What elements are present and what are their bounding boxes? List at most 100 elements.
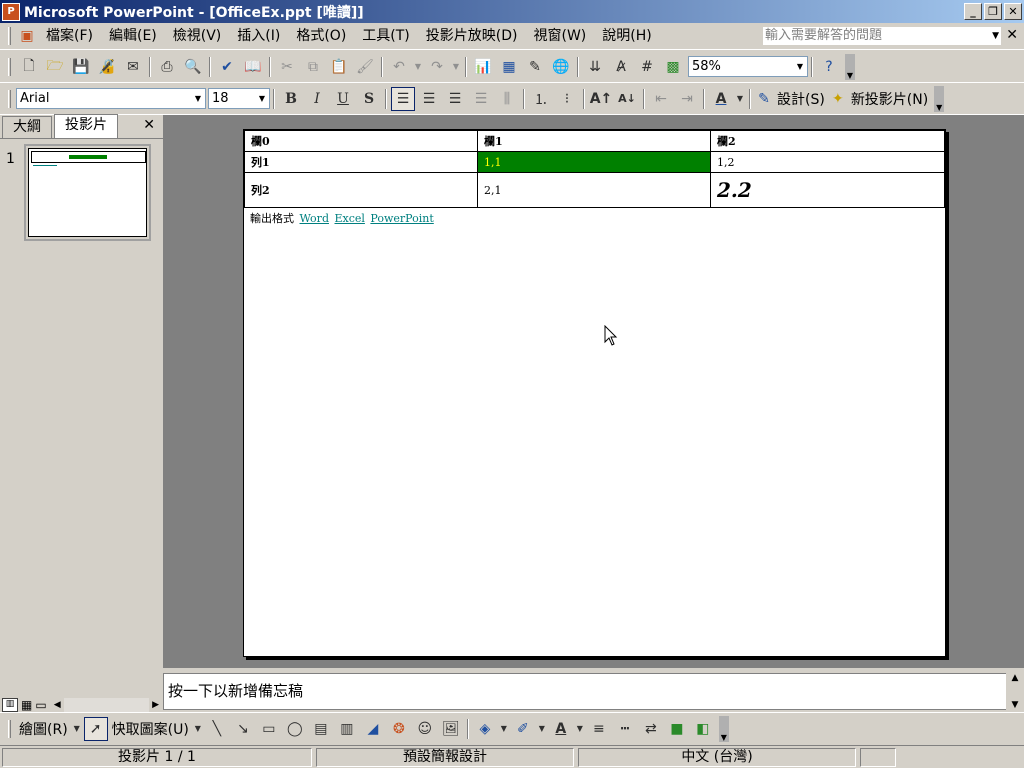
table-row-label[interactable]: 列1 [244,151,478,173]
menu-window[interactable]: 視窗(W) [526,25,595,47]
justify-icon[interactable]: ☰ [469,87,493,111]
redo-dropdown-icon[interactable]: ▼ [451,55,461,79]
email-icon[interactable]: ✉ [121,55,145,79]
toolbar-options-icon[interactable]: ▼ [934,85,945,112]
copy-icon[interactable]: ⧉ [301,55,325,79]
increase-font-icon[interactable]: A↑ [589,87,613,111]
underline-icon[interactable]: U [331,87,355,111]
font-size-dropdown-icon[interactable]: ▼ [256,90,268,107]
new-slide-button[interactable]: 新投影片(N) [851,89,928,109]
show-grid-icon[interactable]: # [635,55,659,79]
open-folder-icon[interactable]: 🗁 [43,55,67,79]
font-color-dropdown-icon[interactable]: ▼ [735,87,745,111]
table-header-cell[interactable]: 欄2 [710,130,945,152]
table-cell-styled[interactable]: 2.2 [710,172,945,208]
select-objects-icon[interactable]: ➚ [83,716,108,741]
close-button[interactable]: ✕ [1004,3,1022,20]
undo-dropdown-icon[interactable]: ▼ [413,55,423,79]
insert-chart-icon[interactable]: 📊 [471,55,495,79]
tab-outline[interactable]: 大綱 [2,116,52,138]
scroll-down-icon[interactable]: ▼ [1012,700,1019,710]
save-icon[interactable]: 💾 [69,55,93,79]
menu-insert[interactable]: 插入(I) [229,25,288,47]
menu-tools[interactable]: 工具(T) [354,25,417,47]
design-button[interactable]: 設計(S) [777,89,825,109]
line-color-icon[interactable]: ✐ [511,717,535,741]
close-document-icon[interactable]: ✕ [1006,27,1018,43]
vertical-textbox-icon[interactable]: ▥ [335,717,359,741]
document-icon[interactable]: ▣ [17,24,37,48]
export-word-link[interactable]: Word [300,212,329,225]
insert-hyperlink-icon[interactable]: 🌐 [549,55,573,79]
new-document-icon[interactable]: 🗋 [17,55,41,79]
horizontal-scrollbar[interactable] [63,698,150,712]
menu-help[interactable]: 說明(H) [594,25,659,47]
line-color-dropdown-icon[interactable]: ▼ [537,717,547,741]
export-excel-link[interactable]: Excel [334,212,364,225]
help-icon[interactable]: ? [817,55,841,79]
print-icon[interactable]: ⎙ [155,55,179,79]
research-icon[interactable]: 📖 [241,55,265,79]
scroll-left-icon[interactable]: ◀ [54,700,61,710]
design-icon[interactable]: ✎ [755,87,773,111]
autoshapes-menu-button[interactable]: 快取圖案(U) [112,719,189,739]
arrow-style-icon[interactable]: ⇄ [639,717,663,741]
draw-menu-button[interactable]: 繪圖(R) [19,719,68,739]
table-cell-highlighted[interactable]: 1,1 [477,151,711,173]
font-size-select[interactable]: 18 ▼ [208,88,270,109]
scroll-right-icon[interactable]: ▶ [152,700,159,710]
insert-picture-icon[interactable]: 🖼 [439,717,463,741]
font-color-draw-dropdown-icon[interactable]: ▼ [575,717,585,741]
menu-slideshow[interactable]: 投影片放映(D) [418,25,526,47]
tables-borders-icon[interactable]: ✎ [523,55,547,79]
paste-icon[interactable]: 📋 [327,55,351,79]
formatting-toolbar-grip[interactable] [8,89,11,108]
normal-view-icon[interactable]: ▥ [2,698,18,712]
menu-format[interactable]: 格式(O) [288,25,354,47]
bullets-icon[interactable]: ⁝ [555,87,579,111]
align-center-icon[interactable]: ☰ [417,87,441,111]
redo-icon[interactable]: ↷ [425,55,449,79]
restore-button[interactable]: ❐ [984,3,1002,20]
3d-style-icon[interactable]: ◧ [691,717,715,741]
menu-view[interactable]: 檢視(V) [165,25,230,47]
minimize-button[interactable]: _ [964,3,982,20]
table-header-cell[interactable]: 欄1 [477,130,711,152]
line-style-icon[interactable]: ≡ [587,717,611,741]
decrease-font-icon[interactable]: A↓ [615,87,639,111]
insert-table-icon[interactable]: ▦ [497,55,521,79]
expand-all-icon[interactable]: ⇊ [583,55,607,79]
help-question-input[interactable]: 輸入需要解答的問題 ▼ [762,26,1002,46]
cut-icon[interactable]: ✂ [275,55,299,79]
font-select[interactable]: Arial ▼ [16,88,206,109]
table-cell[interactable]: 1,2 [710,151,945,173]
scroll-up-icon[interactable]: ▲ [1012,673,1019,683]
distribute-icon[interactable]: ⫼ [495,87,519,111]
shadow-style-icon[interactable]: ■ [665,717,689,741]
toolbar-options-icon[interactable]: ▼ [718,715,729,742]
oval-icon[interactable]: ◯ [283,717,307,741]
font-color-icon[interactable]: A [709,87,733,111]
shadow-icon[interactable]: S [357,87,381,111]
table-row-label[interactable]: 列2 [244,172,478,208]
align-right-icon[interactable]: ☰ [443,87,467,111]
table-cell[interactable]: 2,1 [477,172,711,208]
italic-icon[interactable]: I [305,87,329,111]
toolbar-options-icon[interactable]: ▼ [845,53,855,80]
slideshow-view-icon[interactable]: ▭ [35,698,46,712]
draw-dropdown-icon[interactable]: ▼ [72,717,82,741]
fill-color-dropdown-icon[interactable]: ▼ [499,717,509,741]
powerpoint-app-icon[interactable]: P [2,2,20,21]
format-painter-icon[interactable]: 🖌 [353,55,377,79]
slide-table[interactable]: 欄0 欄1 欄2 列1 1,1 1,2 列2 2,1 2.2 [244,130,945,208]
close-pane-icon[interactable]: ✕ [143,117,155,133]
tab-slides[interactable]: 投影片 [54,114,118,138]
permission-icon[interactable]: 🔏 [95,55,119,79]
menu-file[interactable]: 檔案(F) [38,25,101,47]
fill-color-icon[interactable]: ◈ [473,717,497,741]
numbering-icon[interactable]: ⒈ [529,87,553,111]
dash-style-icon[interactable]: ┅ [613,717,637,741]
color-grayscale-icon[interactable]: ▩ [661,55,685,79]
slide-thumbnail[interactable] [24,144,151,241]
diagram-icon[interactable]: ❂ [387,717,411,741]
